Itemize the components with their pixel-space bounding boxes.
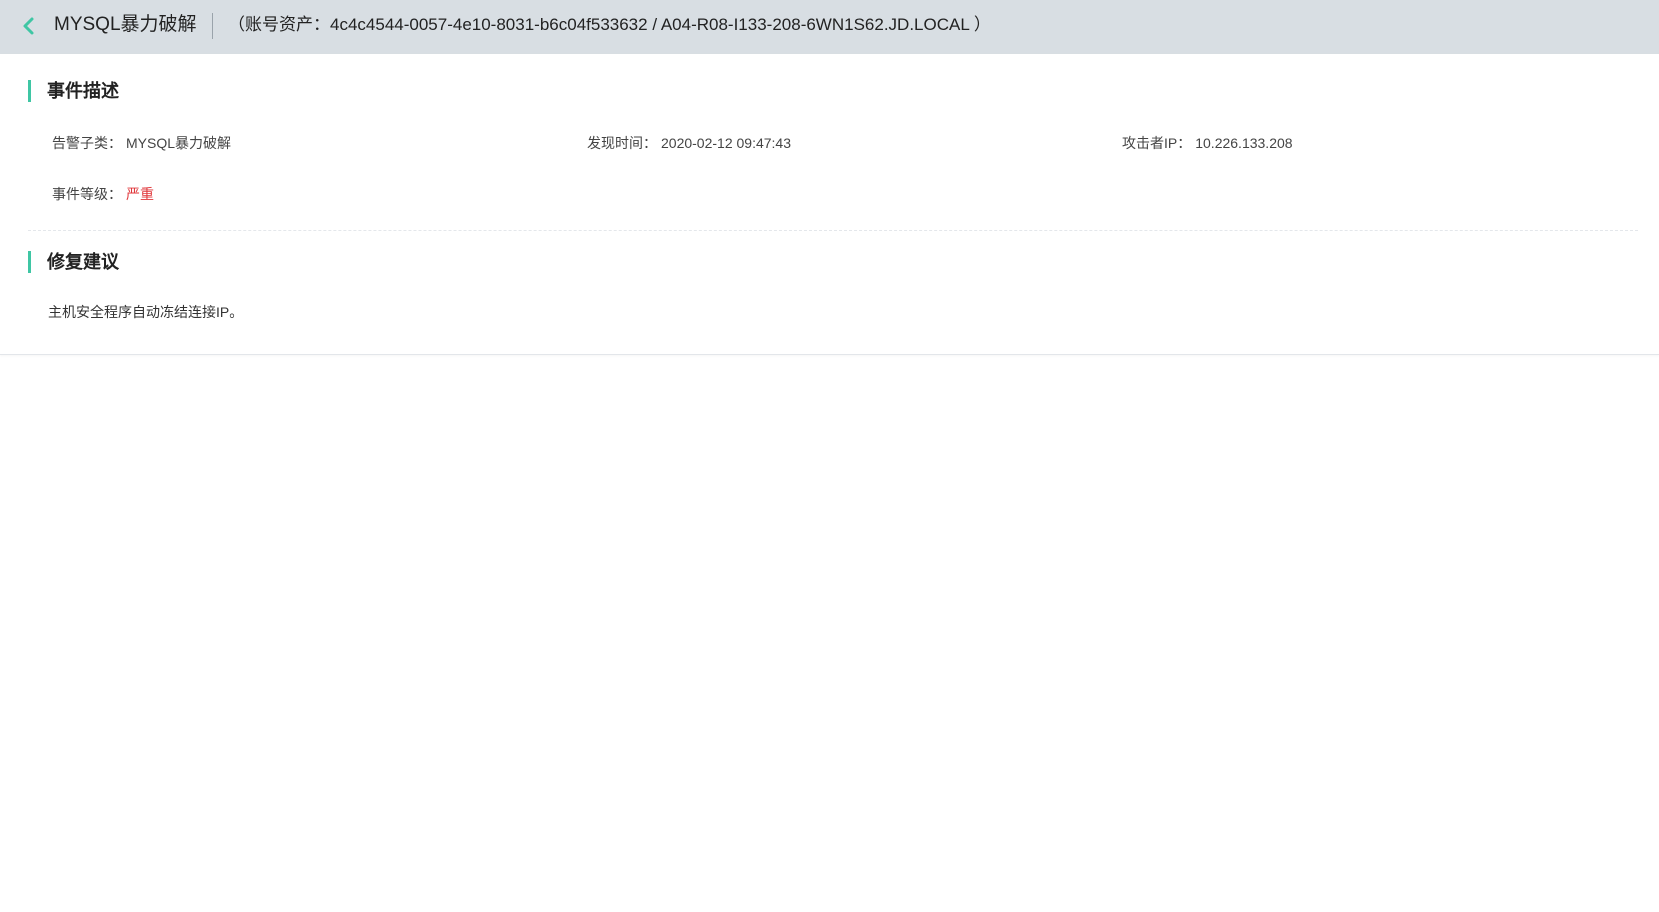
field-alert-subtype: 告警子类： MYSQL暴力破解 bbox=[52, 133, 231, 153]
field-discovery-time: 发现时间： 2020-02-12 09:47:43 bbox=[587, 133, 791, 153]
field-event-level: 事件等级： 严重 bbox=[52, 184, 154, 204]
back-button[interactable] bbox=[18, 14, 40, 38]
severity-badge: 严重 bbox=[126, 186, 154, 202]
page-header: MYSQL暴力破解 （账号资产：4c4c4544-0057-4e10-8031-… bbox=[0, 0, 1659, 54]
asset-info: （账号资产：4c4c4544-0057-4e10-8031-b6c04f5336… bbox=[228, 15, 991, 34]
field-label: 攻击者IP： bbox=[1122, 135, 1192, 151]
header-divider bbox=[212, 13, 213, 39]
page-title: MYSQL暴力破解 bbox=[54, 14, 197, 35]
field-label: 事件等级： bbox=[52, 186, 122, 202]
field-label: 发现时间： bbox=[587, 135, 657, 151]
chevron-left-icon bbox=[23, 17, 34, 35]
section-title-repair-suggestion: 修复建议 bbox=[28, 251, 119, 273]
field-value: MYSQL暴力破解 bbox=[126, 135, 232, 151]
field-attacker-ip: 攻击者IP： 10.226.133.208 bbox=[1122, 133, 1293, 153]
section-divider bbox=[28, 230, 1638, 231]
field-value: 2020-02-12 09:47:43 bbox=[661, 135, 791, 151]
repair-suggestion-text: 主机安全程序自动冻结连接IP。 bbox=[48, 304, 244, 320]
section-title-event-description: 事件描述 bbox=[28, 80, 119, 102]
field-value: 10.226.133.208 bbox=[1195, 135, 1293, 151]
field-label: 告警子类： bbox=[52, 135, 122, 151]
event-detail-card: 事件描述 告警子类： MYSQL暴力破解 发现时间： 2020-02-12 09:4… bbox=[0, 54, 1659, 355]
